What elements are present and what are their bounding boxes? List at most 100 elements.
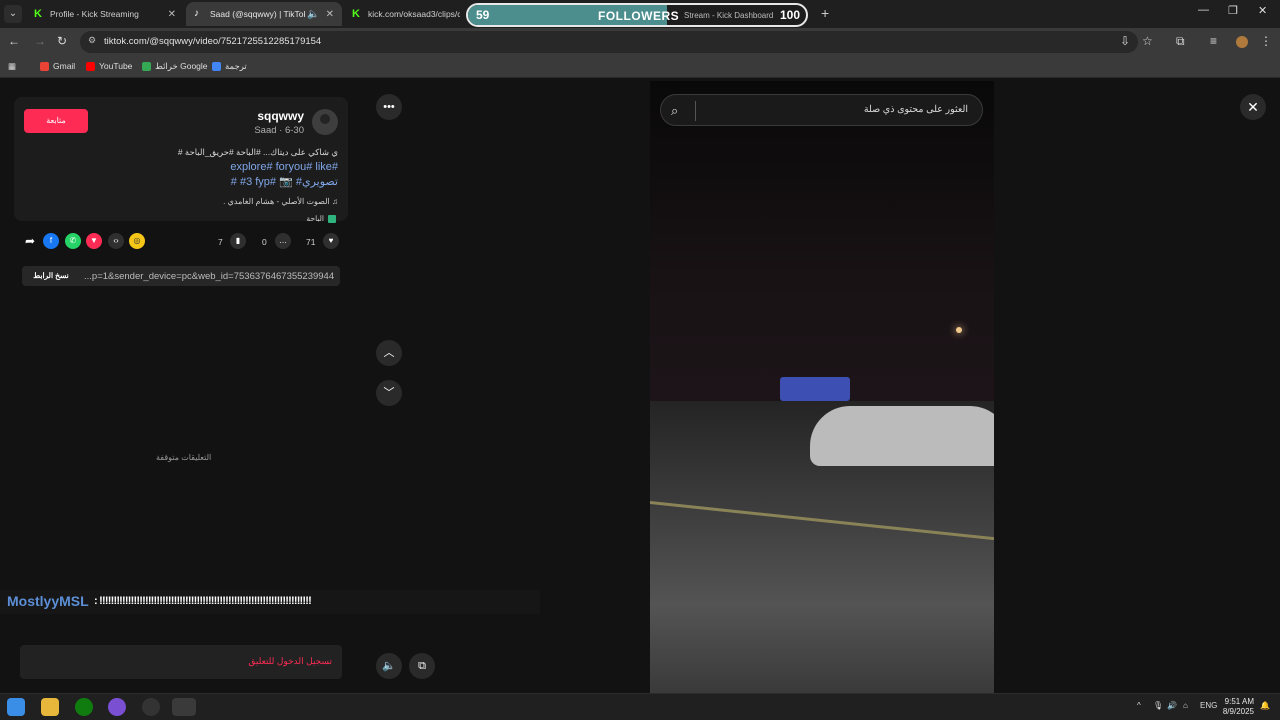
close-icon[interactable]: ✕ (1240, 94, 1266, 120)
chat-overlay-message: MostlyyMSL : !!!!!!!!!!!!!!!!!!!!!!!!!!!… (0, 590, 540, 614)
avatar[interactable] (312, 109, 338, 135)
back-icon[interactable]: ← (8, 34, 20, 48)
chat-separator: : (94, 595, 98, 607)
restore-icon[interactable]: ❐ (1228, 4, 1238, 17)
app-icon[interactable] (108, 698, 126, 716)
microphone-icon[interactable]: 🎙 (1153, 701, 1163, 710)
forward-icon[interactable]: → (34, 34, 46, 48)
heart-icon[interactable]: ♥ (323, 233, 339, 249)
hashtags-line-2[interactable]: # #3 fyp# 📷 #تصويري (231, 175, 338, 188)
speaker-icon[interactable]: 🔊 (1167, 701, 1177, 710)
username[interactable]: sqqwwy (257, 109, 304, 123)
install-app-icon[interactable]: ⇩ (1120, 34, 1130, 48)
new-tab-button[interactable]: + (821, 5, 829, 21)
share-link-bar: نسخ الرابط ...p=1&sender_device=pc&web_i… (22, 266, 340, 286)
facebook-icon[interactable]: f (43, 233, 59, 249)
followers-goal-count: 100 (779, 8, 800, 22)
tab-kick-profile[interactable]: K Profile - Kick Streaming ✕ (26, 2, 184, 26)
site-info-icon[interactable]: ⚙ (88, 35, 96, 46)
more-options-icon[interactable]: ••• (376, 94, 402, 120)
minimize-icon[interactable]: — (1198, 4, 1209, 16)
tray-overflow-icon[interactable]: ^ (1137, 701, 1141, 710)
embed-icon[interactable]: ‹› (108, 233, 124, 249)
bookmark-label: YouTube (99, 61, 133, 71)
related-search-bar[interactable]: ⌕ العثور على محتوى ذي صلة (660, 94, 983, 126)
bookmark-icon[interactable]: ▮ (230, 233, 246, 249)
network-icon[interactable]: ⌂ (1183, 701, 1188, 710)
share-link-text[interactable]: ...p=1&sender_device=pc&web_id=753637646… (84, 271, 334, 282)
video-white-car (810, 406, 994, 466)
close-tab-icon[interactable]: ✕ (168, 9, 176, 20)
action-bar: ➦ f ✆ ▼ ‹› ◎ 7 ▮ 0 … 71 ♥ (22, 233, 342, 255)
coin-icon[interactable]: ◎ (129, 233, 145, 249)
tab-kick-clip[interactable]: K kick.com/oksaad3/clips/clip (344, 2, 468, 26)
picture-in-picture-icon[interactable]: ⧉ (409, 653, 435, 679)
bookmark-maps[interactable]: خرائط Google (142, 61, 208, 72)
video-player[interactable] (650, 81, 994, 693)
next-video-button[interactable]: ﹀ (376, 380, 402, 406)
tab-title: Saad (@sqqwwy) | TikTok (210, 9, 306, 19)
tab-title: Profile - Kick Streaming (50, 9, 139, 19)
maps-icon (142, 62, 151, 71)
profile-avatar[interactable] (1236, 36, 1248, 48)
login-to-comment-link[interactable]: تسجيل الدخول للتعليق (248, 656, 332, 667)
copy-link-button[interactable]: نسخ الرابط (22, 266, 80, 286)
comments-disabled-text: التعليقات متوقفة (156, 453, 212, 462)
media-control-icon[interactable]: ≡ (1210, 34, 1217, 48)
chat-message: : !!!!!!!!!!!!!!!!!!!!!!!!!!!!!!!!!!!!!!… (94, 595, 312, 607)
whatsapp-icon[interactable]: ✆ (65, 233, 81, 249)
tab-kick-dashboard-title[interactable]: Stream - Kick Dashboard (684, 11, 773, 20)
obs-icon[interactable] (142, 698, 160, 716)
music-link[interactable]: ♫ الصوت الأصلي - هشام الغامدي . (223, 197, 338, 206)
author-subline: Saad · 6-30 (254, 125, 304, 136)
window-close-icon[interactable]: ✕ (1258, 4, 1267, 17)
extensions-icon[interactable]: ⧉ (1176, 34, 1185, 49)
chat-username: MostlyyMSL (7, 593, 89, 609)
chrome-icon[interactable] (172, 698, 196, 716)
location-tag[interactable]: الباحة (306, 214, 336, 223)
bookmark-gmail[interactable]: Gmail (40, 61, 75, 71)
location-label: الباحة (306, 214, 324, 223)
search-placeholder: العثور على محتوى ذي صلة (863, 104, 968, 115)
search-icon[interactable]: ⌕ (671, 103, 678, 119)
apps-grid-icon[interactable]: ▦ (8, 61, 16, 72)
tab-audio-icon[interactable]: 🔈 (307, 9, 319, 20)
bookmarks-bar: ▦ Gmail YouTube خرائط Google ترجمة (0, 56, 1280, 78)
volume-icon[interactable]: 🔈 (376, 653, 402, 679)
video-night-sky (650, 81, 994, 401)
bookmark-translate[interactable]: ترجمة (212, 61, 247, 72)
browser-tab-strip: ⌄ K Profile - Kick Streaming ✕ ♪ Saad (@… (0, 0, 1280, 28)
comment-login-bar[interactable]: تسجيل الدخول للتعليق (20, 645, 342, 679)
comment-icon[interactable]: … (275, 233, 291, 249)
address-bar[interactable]: ⚙ tiktok.com/@sqqwwy/video/7521725512285… (80, 31, 1138, 53)
language-indicator[interactable]: ENG (1200, 701, 1217, 710)
friends-share-icon[interactable]: ▼ (86, 233, 102, 249)
reload-icon[interactable]: ↻ (57, 34, 67, 48)
bookmark-youtube[interactable]: YouTube (86, 61, 132, 71)
follow-button[interactable]: متابعة (24, 109, 88, 133)
kick-icon: K (352, 8, 360, 20)
close-tab-icon[interactable]: ✕ (326, 9, 334, 20)
tiktok-video-page: متابعة sqqwwy Saad · 6-30 ي شاكي على ديت… (0, 81, 1280, 693)
xbox-icon[interactable] (75, 698, 93, 716)
notification-bell-icon[interactable]: 🔔 (1260, 701, 1270, 710)
followers-goal-overlay: Stream - Kick Dashboard 59 FOLLOWERS 100 (466, 3, 808, 27)
tab-tiktok[interactable]: ♪ Saad (@sqqwwy) | TikTok 🔈 ✕ (186, 2, 342, 26)
url-text[interactable]: tiktok.com/@sqqwwy/video/752172551228517… (104, 36, 321, 47)
hashtags-line-1[interactable]: explore# foryou# like# (230, 161, 338, 173)
share-arrow-icon[interactable]: ➦ (22, 233, 38, 249)
bookmark-star-icon[interactable]: ☆ (1142, 34, 1153, 48)
previous-video-button[interactable]: ︿ (376, 340, 402, 366)
windows-start-icon[interactable] (7, 698, 25, 716)
youtube-icon (86, 61, 95, 71)
file-explorer-icon[interactable] (41, 698, 59, 716)
tab-search-button[interactable]: ⌄ (4, 5, 22, 23)
music-title: الصوت الأصلي - هشام الغامدي . (223, 197, 330, 206)
system-clock[interactable]: 9:51 AM 8/9/2025 (1223, 697, 1254, 717)
clock-date: 8/9/2025 (1222, 707, 1254, 716)
followers-current-count: 59 (476, 8, 490, 22)
gmail-icon (40, 61, 49, 71)
bookmark-label: خرائط Google (155, 61, 208, 71)
bookmark-label: ترجمة (225, 61, 247, 71)
menu-icon[interactable]: ⋮ (1260, 34, 1272, 48)
